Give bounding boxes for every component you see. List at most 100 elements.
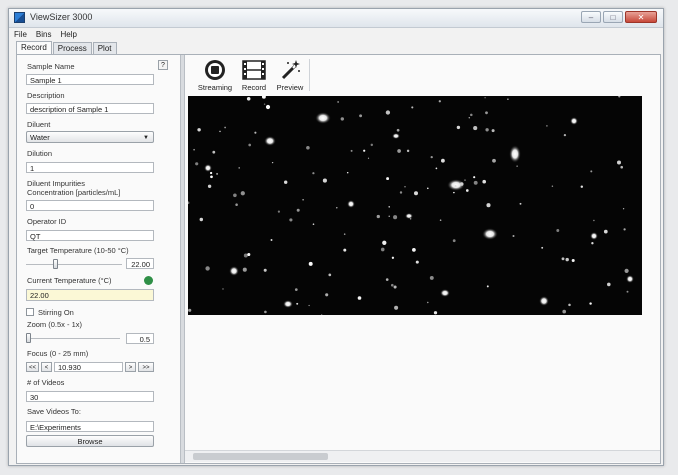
- record-label: Record: [241, 83, 267, 92]
- menu-help[interactable]: Help: [60, 28, 76, 41]
- particle: [482, 228, 498, 240]
- particle: [359, 114, 363, 118]
- particle: [296, 208, 300, 212]
- particle: [246, 97, 251, 101]
- particle: [219, 130, 221, 133]
- magic-wand-preview-icon: [273, 58, 307, 82]
- particle: [343, 248, 347, 252]
- operator-field[interactable]: QT: [26, 230, 154, 241]
- particle: [464, 179, 466, 181]
- particle: [385, 278, 389, 281]
- particle: [240, 191, 245, 196]
- focus-label: Focus (0 - 25 mm): [27, 349, 89, 358]
- focus-step-forward-large-button[interactable]: >>: [138, 362, 154, 372]
- particle: [590, 170, 593, 173]
- impurities-field[interactable]: 0: [26, 200, 154, 211]
- videos-label: # of Videos: [27, 378, 65, 387]
- particle: [322, 178, 327, 183]
- particle: [312, 172, 315, 175]
- tab-record[interactable]: Record: [16, 41, 52, 54]
- streaming-label: Streaming: [197, 83, 233, 92]
- toolbar: Streaming Record Preview: [185, 55, 660, 95]
- preview-button[interactable]: Preview: [273, 58, 307, 92]
- video-panel: Streaming Record Preview: [185, 55, 660, 463]
- particle: [456, 125, 461, 130]
- particle: [188, 308, 192, 312]
- menu-file[interactable]: File: [14, 28, 27, 41]
- current-temp-field: 22.00: [26, 289, 154, 301]
- particle: [459, 182, 464, 186]
- target-temp-slider-thumb[interactable]: [53, 259, 59, 269]
- particle: [492, 158, 496, 163]
- particle: [321, 314, 323, 315]
- focus-step-back-large-button[interactable]: <<: [26, 362, 39, 372]
- tab-process[interactable]: Process: [52, 42, 92, 54]
- particle: [618, 96, 621, 98]
- maximize-button[interactable]: □: [603, 11, 623, 23]
- particle: [391, 256, 395, 259]
- horizontal-scrollbar[interactable]: [185, 450, 660, 462]
- zoom-value[interactable]: 0.5: [126, 333, 154, 344]
- streaming-icon: [195, 58, 235, 82]
- particle: [337, 101, 339, 103]
- particle: [284, 180, 288, 184]
- particle: [188, 201, 190, 205]
- diluent-select[interactable]: Water ▼: [26, 131, 154, 143]
- streaming-button[interactable]: Streaming: [195, 58, 235, 92]
- target-temp-slider-track[interactable]: [26, 264, 122, 265]
- particle: [473, 176, 476, 179]
- browse-button[interactable]: Browse: [26, 435, 154, 447]
- particle: [427, 187, 429, 190]
- particle: [294, 288, 298, 291]
- particle: [302, 199, 304, 201]
- particle: [435, 167, 438, 170]
- tab-plot[interactable]: Plot: [92, 42, 117, 54]
- current-temp-label: Current Temperature (°C): [27, 276, 112, 285]
- particle: [347, 200, 355, 208]
- description-label: Description: [27, 91, 65, 100]
- save-path-field[interactable]: E:\Experiments: [26, 421, 154, 432]
- particle: [222, 288, 224, 290]
- particle: [308, 261, 313, 266]
- menu-bins[interactable]: Bins: [36, 28, 52, 41]
- particle: [626, 290, 629, 293]
- record-button[interactable]: Record: [238, 58, 270, 92]
- particle: [248, 143, 252, 147]
- particle: [199, 217, 204, 222]
- temperature-status-indicator: [144, 276, 153, 285]
- toolbar-separator: [309, 59, 310, 91]
- film-record-icon: [238, 58, 270, 82]
- horizontal-scrollbar-thumb[interactable]: [193, 453, 328, 460]
- particle: [580, 185, 584, 188]
- zoom-slider-track[interactable]: [26, 338, 120, 339]
- particle: [413, 191, 419, 196]
- particle: [340, 117, 344, 121]
- particle: [405, 213, 413, 219]
- particle: [452, 239, 456, 243]
- sample-name-label: Sample Name: [27, 62, 75, 71]
- particle: [390, 283, 394, 287]
- particle: [551, 185, 554, 187]
- close-button[interactable]: ✕: [625, 11, 657, 23]
- particle: [427, 301, 429, 304]
- diluent-value: Water: [30, 133, 50, 142]
- focus-field[interactable]: 10.930: [54, 362, 123, 372]
- target-temp-value[interactable]: 22.00: [126, 258, 154, 269]
- particle: [382, 240, 387, 245]
- particle: [512, 234, 515, 238]
- particle: [238, 167, 240, 169]
- help-button[interactable]: ?: [158, 60, 168, 70]
- videos-field[interactable]: 30: [26, 391, 154, 402]
- particle: [561, 257, 565, 261]
- description-field[interactable]: description of Sample 1: [26, 103, 154, 114]
- focus-step-forward-button[interactable]: >: [125, 362, 136, 372]
- stirring-checkbox[interactable]: [26, 308, 34, 316]
- particle: [626, 275, 634, 283]
- diluent-label: Diluent: [27, 120, 51, 129]
- focus-step-back-button[interactable]: <: [41, 362, 52, 372]
- particle: [473, 126, 478, 131]
- minimize-button[interactable]: –: [581, 11, 601, 23]
- zoom-slider-thumb[interactable]: [26, 333, 31, 343]
- sample-name-field[interactable]: Sample 1: [26, 74, 154, 85]
- dilution-field[interactable]: 1: [26, 162, 154, 173]
